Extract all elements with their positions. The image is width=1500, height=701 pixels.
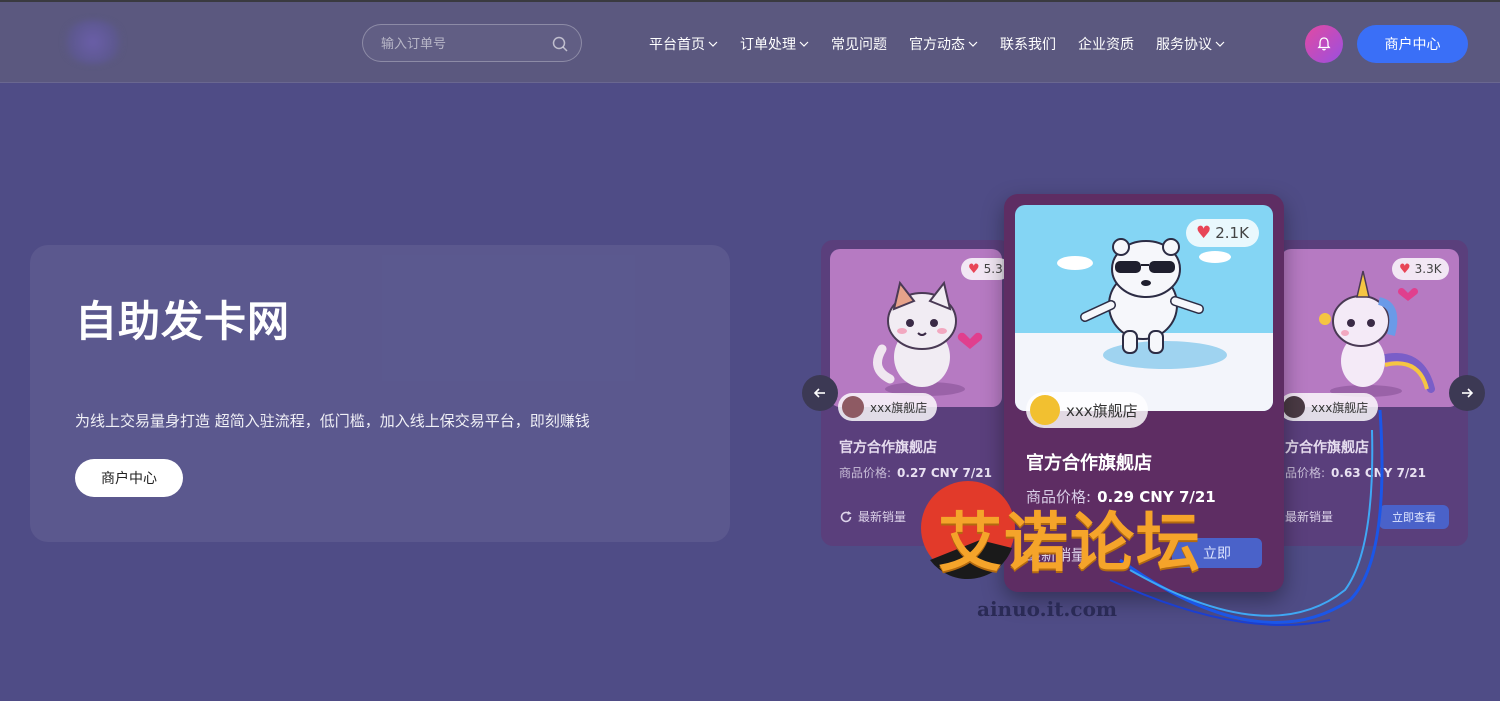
watermark-logo-text: 艾诺论坛 [938,507,1202,581]
watermark-swoosh [921,409,1384,626]
watermark-url: ainuo.it.com [977,597,1118,621]
